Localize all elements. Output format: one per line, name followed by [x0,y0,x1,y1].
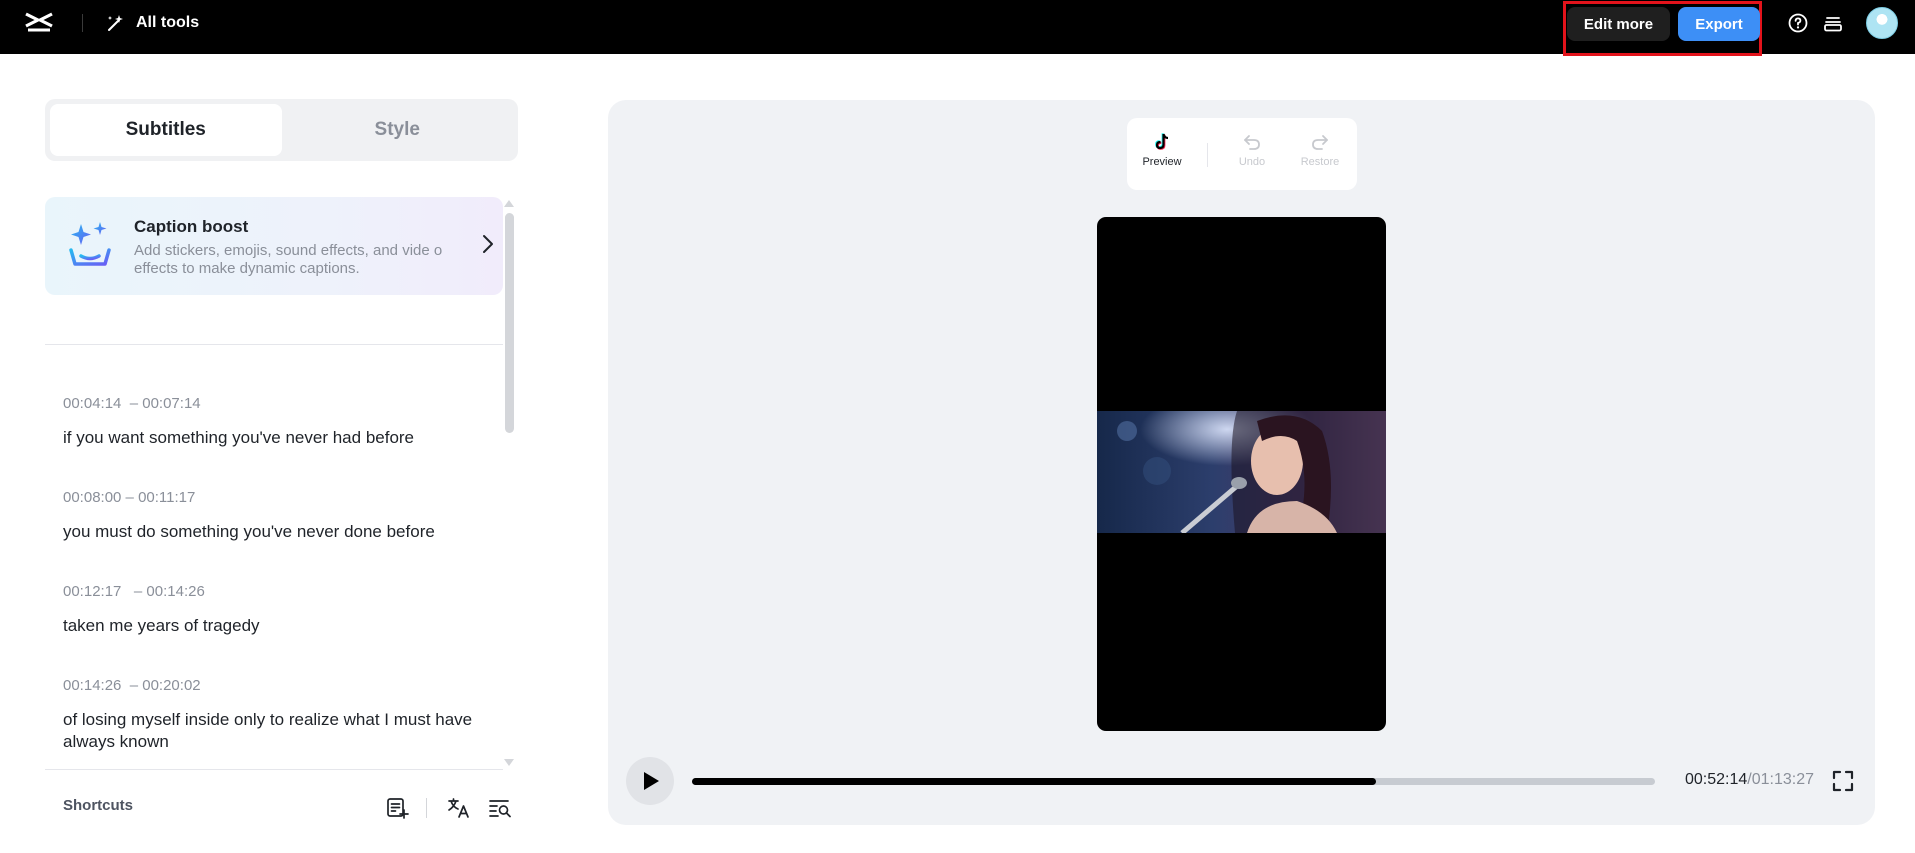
subtitle-timestamp: 00:12:17 – 00:14:26 [63,583,205,600]
subtitle-item[interactable]: 00:12:17 – 00:14:26 taken me years of tr… [63,583,483,637]
video-frame-image [1097,411,1386,533]
caption-boost-title: Caption boost [134,217,249,236]
subtitle-item[interactable]: 00:08:00 – 00:11:17 you must do somethin… [63,489,483,543]
edit-more-button[interactable]: Edit more [1567,7,1670,41]
avatar[interactable] [1866,7,1898,39]
undo-button[interactable]: Undo [1222,132,1282,168]
toolbar-separator [1207,143,1208,167]
export-button[interactable]: Export [1678,7,1760,41]
playback-progress-bar[interactable] [692,778,1655,785]
topbar-divider [82,14,83,32]
preview-tool[interactable]: Preview [1132,132,1192,168]
subtitle-item[interactable]: 00:14:26 – 00:20:02 of losing myself ins… [63,677,483,753]
subtitle-text[interactable]: of losing myself inside only to realize … [63,709,483,753]
tab-subtitles[interactable]: Subtitles [50,104,282,156]
search-list-icon[interactable] [488,796,512,820]
top-bar: All tools Edit more Export [0,0,1915,56]
panel-tabs: Subtitles Style [45,99,518,161]
translate-icon[interactable] [447,796,471,820]
caption-boost-description: Add stickers, emojis, sound effects, and… [134,242,443,277]
current-time: 00:52:14 [1685,771,1748,788]
play-button[interactable] [626,757,674,805]
chevron-right-icon [483,235,493,253]
time-display: 00:52:14/01:13:27 [1685,771,1814,789]
help-circle-icon[interactable] [1787,12,1809,34]
shortcuts-link[interactable]: Shortcuts [63,797,133,814]
scroll-up-arrow[interactable] [504,200,514,207]
toolbar-divider [426,798,427,818]
undo-label: Undo [1238,156,1266,168]
panel-divider [45,344,503,345]
subtitle-timestamp: 00:14:26 – 00:20:02 [63,677,201,694]
preview-label: Preview [1142,156,1182,168]
all-tools-button[interactable]: All tools [106,13,199,33]
caption-boost-card[interactable]: Caption boost Add stickers, emojis, soun… [45,197,503,295]
layers-icon[interactable] [1822,12,1844,34]
subtitle-item[interactable]: 00:04:14 – 00:07:14 if you want somethin… [63,395,483,449]
subtitle-text[interactable]: you must do something you've never done … [63,521,483,543]
capcut-logo-icon[interactable] [24,11,54,33]
magic-wand-icon [108,15,123,31]
redo-icon [1312,135,1328,150]
total-time: /01:13:27 [1747,771,1815,788]
play-icon [644,772,659,790]
restore-label: Restore [1300,156,1340,168]
subtitle-text[interactable]: taken me years of tragedy [63,615,483,637]
footer-divider [45,769,503,770]
restore-button[interactable]: Restore [1290,132,1350,168]
sparkle-tray-icon [69,222,111,266]
fullscreen-icon[interactable] [1832,770,1854,792]
subtitle-timestamp: 00:08:00 – 00:11:17 [63,489,196,506]
progress-fill [692,778,1376,785]
scrollbar-thumb[interactable] [505,213,514,433]
all-tools-label: All tools [136,14,200,31]
tab-style[interactable]: Style [282,104,514,156]
subtitle-text[interactable]: if you want something you've never had b… [63,427,483,449]
undo-icon [1244,135,1260,150]
preview-toolbar: Preview Undo Restore [1127,118,1357,190]
tiktok-icon [1155,133,1169,150]
add-subtitle-icon[interactable] [385,796,409,820]
video-canvas[interactable] [1097,217,1386,731]
subtitle-timestamp: 00:04:14 – 00:07:14 [63,395,201,412]
scroll-down-arrow[interactable] [504,759,514,766]
